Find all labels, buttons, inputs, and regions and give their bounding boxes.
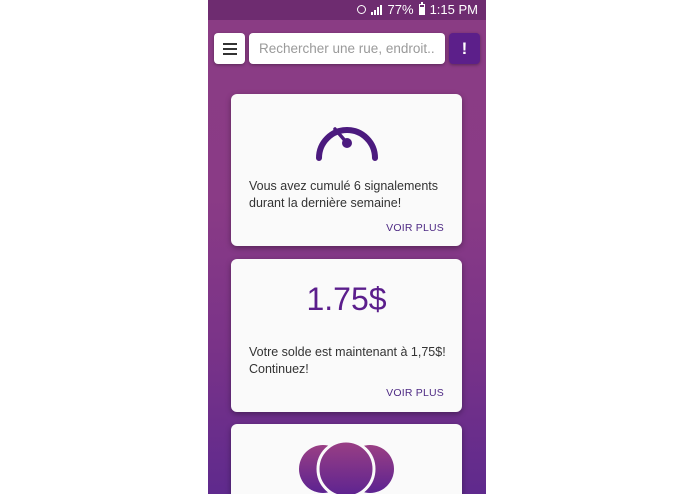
status-bar: 77% 1:15 PM: [208, 0, 486, 20]
balance-card: 1.75$ Votre solde est maintenant à 1,75$…: [231, 259, 462, 412]
reports-summary: Vous avez cumulé 6 signalements durant l…: [249, 179, 438, 210]
battery-icon: [418, 2, 425, 15]
reports-card: Vous avez cumulé 6 signalements durant l…: [231, 94, 462, 246]
community-card: [231, 424, 462, 494]
see-more-balance-button[interactable]: VOIR PLUS: [386, 387, 444, 399]
battery-percent: 77%: [387, 2, 414, 17]
overlapping-circles-icon: [299, 440, 394, 494]
signal-icon: [370, 4, 383, 15]
report-button[interactable]: !: [449, 33, 480, 64]
menu-icon: [222, 42, 237, 45]
menu-button[interactable]: [214, 33, 245, 64]
search-input[interactable]: [249, 33, 445, 64]
status-icons: 77% 1:15 PM: [356, 2, 478, 17]
balance-summary: Votre solde est maintenant à 1,75$! Cont…: [249, 345, 446, 376]
app-screen: 77% 1:15 PM ! Vous avez cumulé 6 signale…: [208, 0, 486, 494]
alarm-icon: [356, 5, 366, 14]
status-time: 1:15 PM: [429, 2, 478, 17]
see-more-reports-button[interactable]: VOIR PLUS: [386, 222, 444, 234]
speedometer-icon: [316, 127, 378, 161]
balance-amount: 1.75$: [306, 281, 387, 317]
